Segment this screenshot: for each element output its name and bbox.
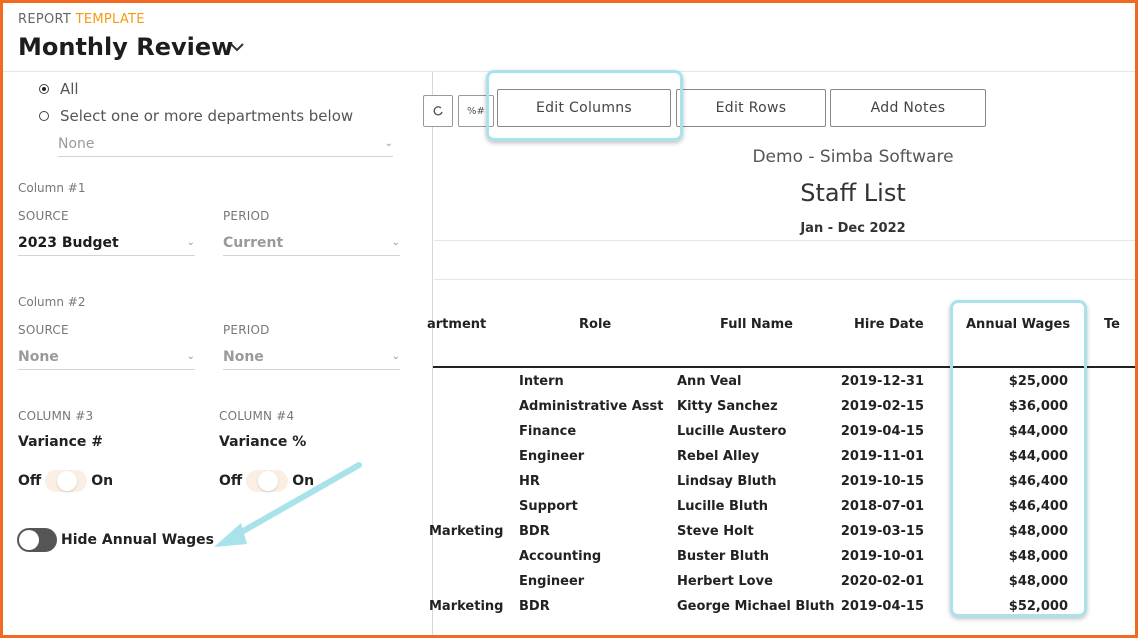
app-window: REPORT TEMPLATE Monthly Review All Selec… [0,0,1138,638]
annotation-arrow-icon [214,462,362,547]
